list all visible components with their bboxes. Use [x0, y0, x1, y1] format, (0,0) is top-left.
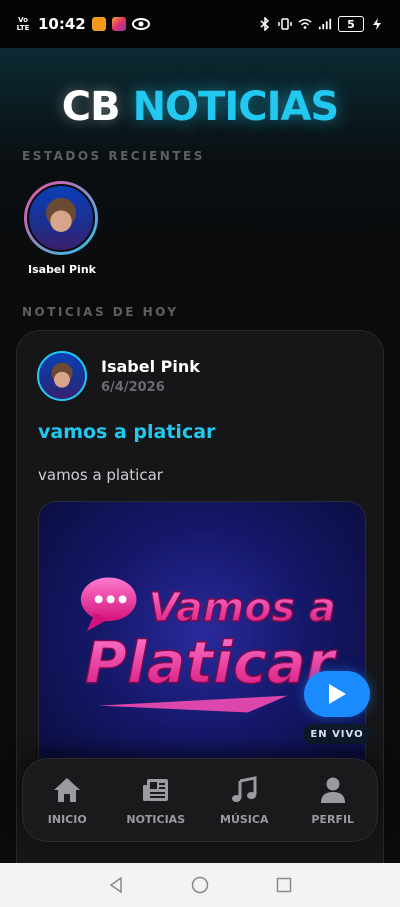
charging-icon [373, 18, 381, 30]
app-title-noticias: NOTICIAS [132, 84, 340, 130]
status-bar: Vo LTE 10:42 5 [0, 0, 400, 48]
nav-label-noticias: NOTICIAS [126, 812, 186, 826]
nav-label-perfil: PERFIL [311, 812, 355, 826]
vibrate-icon [278, 18, 292, 30]
back-icon[interactable] [107, 876, 125, 894]
status-time: 10:42 [38, 15, 86, 33]
play-icon [329, 684, 346, 704]
post-author-name: Isabel Pink [101, 357, 200, 376]
nav-item-perfil[interactable]: PERFIL [293, 775, 373, 826]
bluetooth-icon [260, 17, 270, 31]
newspaper-icon [142, 778, 168, 801]
instagram-icon [111, 17, 126, 31]
nav-item-musica[interactable]: MÚSICA [204, 775, 284, 826]
signal-icon [318, 18, 332, 30]
post-title: vamos a platicar [38, 421, 216, 443]
bottom-nav: INICIO NOTICIAS MÚSICA PERFIL [22, 758, 378, 842]
battery-indicator: 5 [338, 16, 364, 32]
wifi-icon [298, 18, 312, 29]
eye-icon [131, 18, 150, 30]
volte-indicator: Vo LTE [16, 16, 30, 32]
music-icon [232, 775, 257, 802]
post-image[interactable]: Vamos a Platicar [38, 501, 366, 791]
story-ring [24, 181, 98, 255]
media-text-line2: Platicar [85, 630, 338, 697]
story-avatar [27, 184, 95, 252]
story-item[interactable]: Isabel Pink [24, 181, 100, 276]
user-icon [320, 777, 345, 803]
post-date: 6/4/2026 [101, 380, 165, 395]
section-estados-label: ESTADOS RECIENTES [22, 149, 205, 163]
section-hoy-label: NOTICIAS DE HOY [22, 305, 179, 319]
system-nav-bar [0, 863, 400, 907]
live-badge: EN VIVO [303, 724, 371, 744]
play-button[interactable] [304, 671, 370, 717]
avatar[interactable] [37, 351, 87, 401]
media-text-line1: Vamos a [148, 585, 335, 631]
post-image-art: Vamos a Platicar [80, 577, 339, 713]
chat-bubble-icon [80, 577, 137, 632]
post-body: vamos a platicar [38, 466, 163, 484]
app-title-cb: CB [61, 84, 121, 130]
home-circle-icon[interactable] [191, 876, 209, 894]
nav-item-inicio[interactable]: INICIO [27, 775, 107, 826]
home-icon [54, 777, 81, 802]
notification-app-icon [91, 17, 106, 31]
recents-icon[interactable] [275, 876, 293, 894]
app-title: CB NOTICIAS [0, 84, 400, 130]
nav-item-noticias[interactable]: NOTICIAS [116, 775, 196, 826]
nav-label-inicio: INICIO [47, 812, 87, 826]
nav-label-musica: MÚSICA [220, 812, 269, 826]
post-author-row: Isabel Pink 6/4/2026 [37, 351, 200, 401]
story-name: Isabel Pink [28, 263, 96, 276]
